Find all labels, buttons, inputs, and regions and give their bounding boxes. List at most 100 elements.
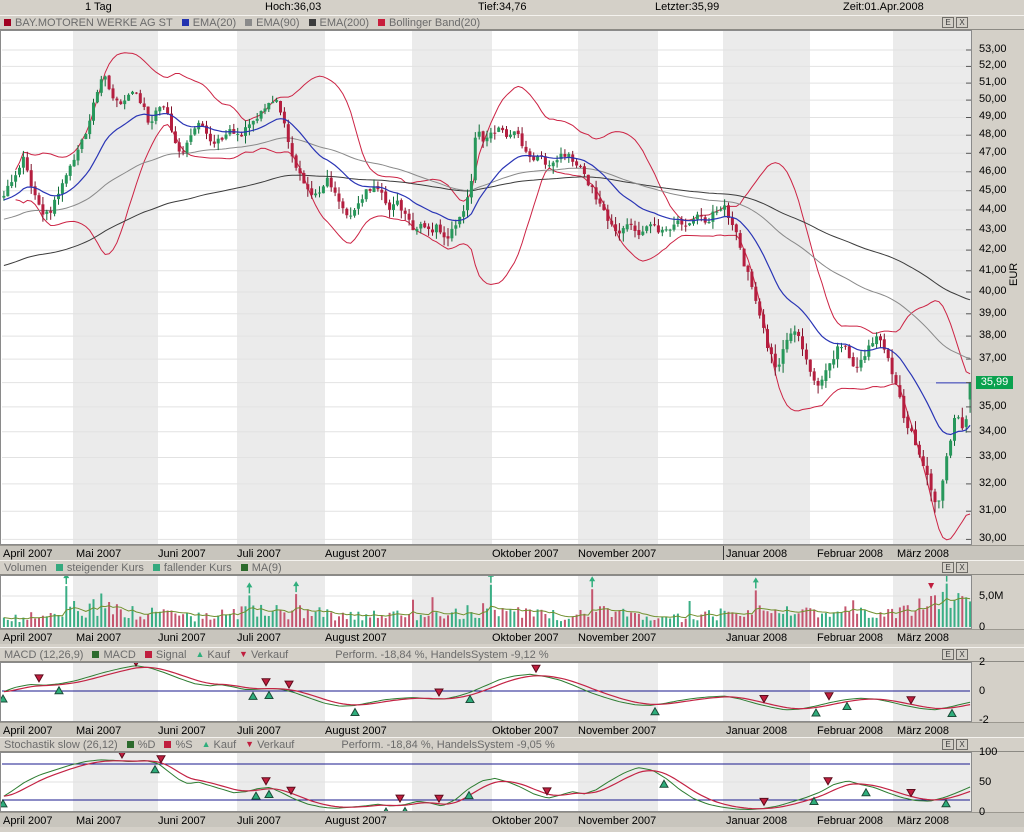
price-label: 33,00 bbox=[979, 450, 1007, 462]
volume-arrows-layer bbox=[63, 575, 949, 593]
month-label: Februar 2008 bbox=[817, 725, 883, 737]
price-label: 46,00 bbox=[979, 165, 1007, 177]
stochastik-chart-canvas[interactable] bbox=[0, 752, 972, 812]
buy-triangle-icon: ▲ bbox=[195, 650, 204, 659]
volume-panel-buttons: E X bbox=[942, 562, 968, 573]
panel-close-button[interactable]: X bbox=[956, 17, 968, 28]
macd-tick-label: -2 bbox=[979, 714, 989, 726]
month-label: März 2008 bbox=[897, 632, 949, 644]
price-label: 31,00 bbox=[979, 504, 1007, 516]
price-label: 34,00 bbox=[979, 425, 1007, 437]
panel-settings-button[interactable]: E bbox=[942, 562, 954, 573]
macd-x-axis: April 2007Mai 2007Juni 2007Juli 2007Augu… bbox=[0, 722, 1024, 737]
month-label: November 2007 bbox=[578, 632, 656, 644]
month-label: Juli 2007 bbox=[237, 632, 281, 644]
currency-unit-label: EUR bbox=[1008, 262, 1020, 285]
legend-item-down-volume: fallender Kurs bbox=[153, 562, 232, 574]
month-label: Mai 2007 bbox=[76, 632, 121, 644]
timeframe-value[interactable]: 1 Tag bbox=[85, 1, 112, 13]
series-line bbox=[16, 53, 971, 374]
legend-item-instrument: BAY.MOTOREN WERKE AG ST bbox=[4, 17, 173, 29]
month-band bbox=[723, 662, 810, 722]
high-value: Hoch:36,03 bbox=[265, 1, 321, 13]
month-label: März 2008 bbox=[897, 815, 949, 827]
month-label: Juni 2007 bbox=[158, 815, 206, 827]
bollinger-label: Bollinger Band(20) bbox=[389, 17, 480, 29]
panel-settings-button[interactable]: E bbox=[942, 649, 954, 660]
month-label: Mai 2007 bbox=[76, 815, 121, 827]
month-label: Juli 2007 bbox=[237, 725, 281, 737]
bollinger-swatch-icon bbox=[378, 19, 385, 26]
macd-panel-buttons: E X bbox=[942, 649, 968, 660]
macd-chart-canvas[interactable] bbox=[0, 662, 972, 722]
up-volume-label: steigender Kurs bbox=[67, 562, 144, 574]
ema200-label: EMA(200) bbox=[320, 17, 370, 29]
month-label: Mai 2007 bbox=[76, 548, 121, 560]
low-value: Tief:34,76 bbox=[478, 1, 527, 13]
percent-d-swatch-icon bbox=[127, 741, 134, 748]
stochastik-x-axis: April 2007Mai 2007Juni 2007Juli 2007Augu… bbox=[0, 812, 1024, 827]
month-label: Januar 2008 bbox=[726, 725, 787, 737]
volume-ma-label: MA(9) bbox=[252, 562, 282, 574]
month-band bbox=[73, 30, 158, 545]
stochastik-performance: Perform. -18,84 %, HandelsSystem -9,05 % bbox=[341, 739, 554, 751]
legend-item-verkauf: ▼ Verkauf bbox=[245, 739, 294, 751]
panel-close-button[interactable]: X bbox=[956, 739, 968, 750]
month-label: April 2007 bbox=[3, 632, 53, 644]
legend-item-verkauf: ▼ Verkauf bbox=[239, 649, 288, 661]
sell-triangle-icon: ▼ bbox=[239, 650, 248, 659]
volume-legend: Volumen steigender Kurs fallender Kurs M… bbox=[0, 560, 1024, 575]
month-label: Februar 2008 bbox=[817, 632, 883, 644]
stochastik-tick-label: 0 bbox=[979, 806, 985, 818]
main-chart-legend: BAY.MOTOREN WERKE AG ST EMA(20) EMA(90) … bbox=[0, 15, 1024, 30]
legend-item-ema90: EMA(90) bbox=[245, 17, 299, 29]
stochastik-tick-label: 100 bbox=[979, 746, 997, 758]
last-price-badge: 35,99 bbox=[976, 376, 1013, 389]
instrument-swatch-icon bbox=[4, 19, 11, 26]
price-label: 53,00 bbox=[979, 43, 1007, 55]
ema90-swatch-icon bbox=[245, 19, 252, 26]
legend-item-up-volume: steigender Kurs bbox=[56, 562, 144, 574]
percent-s-swatch-icon bbox=[164, 741, 171, 748]
month-band bbox=[578, 30, 658, 545]
panel-close-button[interactable]: X bbox=[956, 649, 968, 660]
price-label: 30,00 bbox=[979, 532, 1007, 544]
price-label: 37,00 bbox=[979, 352, 1007, 364]
price-label: 32,00 bbox=[979, 477, 1007, 489]
main-chart-canvas[interactable] bbox=[0, 30, 972, 545]
down-volume-swatch-icon bbox=[153, 564, 160, 571]
month-label: August 2007 bbox=[325, 815, 387, 827]
price-label: 47,00 bbox=[979, 146, 1007, 158]
price-label: 42,00 bbox=[979, 243, 1007, 255]
month-label: Oktober 2007 bbox=[492, 548, 559, 560]
panel-settings-button[interactable]: E bbox=[942, 739, 954, 750]
last-value: Letzter:35,99 bbox=[655, 1, 719, 13]
month-label: Juli 2007 bbox=[237, 548, 281, 560]
volume-chart-canvas[interactable] bbox=[0, 575, 972, 629]
volume-tick-label: 0 bbox=[979, 621, 985, 633]
legend-item-volume-ma: MA(9) bbox=[241, 562, 282, 574]
volume-ma-swatch-icon bbox=[241, 564, 248, 571]
legend-item-ema20: EMA(20) bbox=[182, 17, 236, 29]
month-label: Februar 2008 bbox=[817, 815, 883, 827]
ema90-label: EMA(90) bbox=[256, 17, 299, 29]
oscillator-svg bbox=[0, 752, 972, 812]
ema200-swatch-icon bbox=[309, 19, 316, 26]
signal-label: Signal bbox=[156, 649, 187, 661]
signal-swatch-icon bbox=[145, 651, 152, 658]
price-label: 41,00 bbox=[979, 264, 1007, 276]
main-chart-svg bbox=[0, 30, 972, 545]
month-label: Januar 2008 bbox=[726, 548, 787, 560]
macd-legend: MACD (12,26,9) MACD Signal ▲ Kauf ▼ Verk… bbox=[0, 647, 1024, 662]
volume-x-axis: April 2007Mai 2007Juni 2007Juli 2007Augu… bbox=[0, 629, 1024, 644]
month-band bbox=[723, 30, 810, 545]
panel-settings-button[interactable]: E bbox=[942, 17, 954, 28]
price-label: 39,00 bbox=[979, 307, 1007, 319]
price-label: 49,00 bbox=[979, 110, 1007, 122]
down-volume-label: fallender Kurs bbox=[164, 562, 232, 574]
macd-tick-label: 0 bbox=[979, 685, 985, 697]
up-volume-swatch-icon bbox=[56, 564, 63, 571]
panel-close-button[interactable]: X bbox=[956, 562, 968, 573]
volume-tick-label: 5,0M bbox=[979, 590, 1003, 602]
year-divider bbox=[723, 546, 724, 561]
